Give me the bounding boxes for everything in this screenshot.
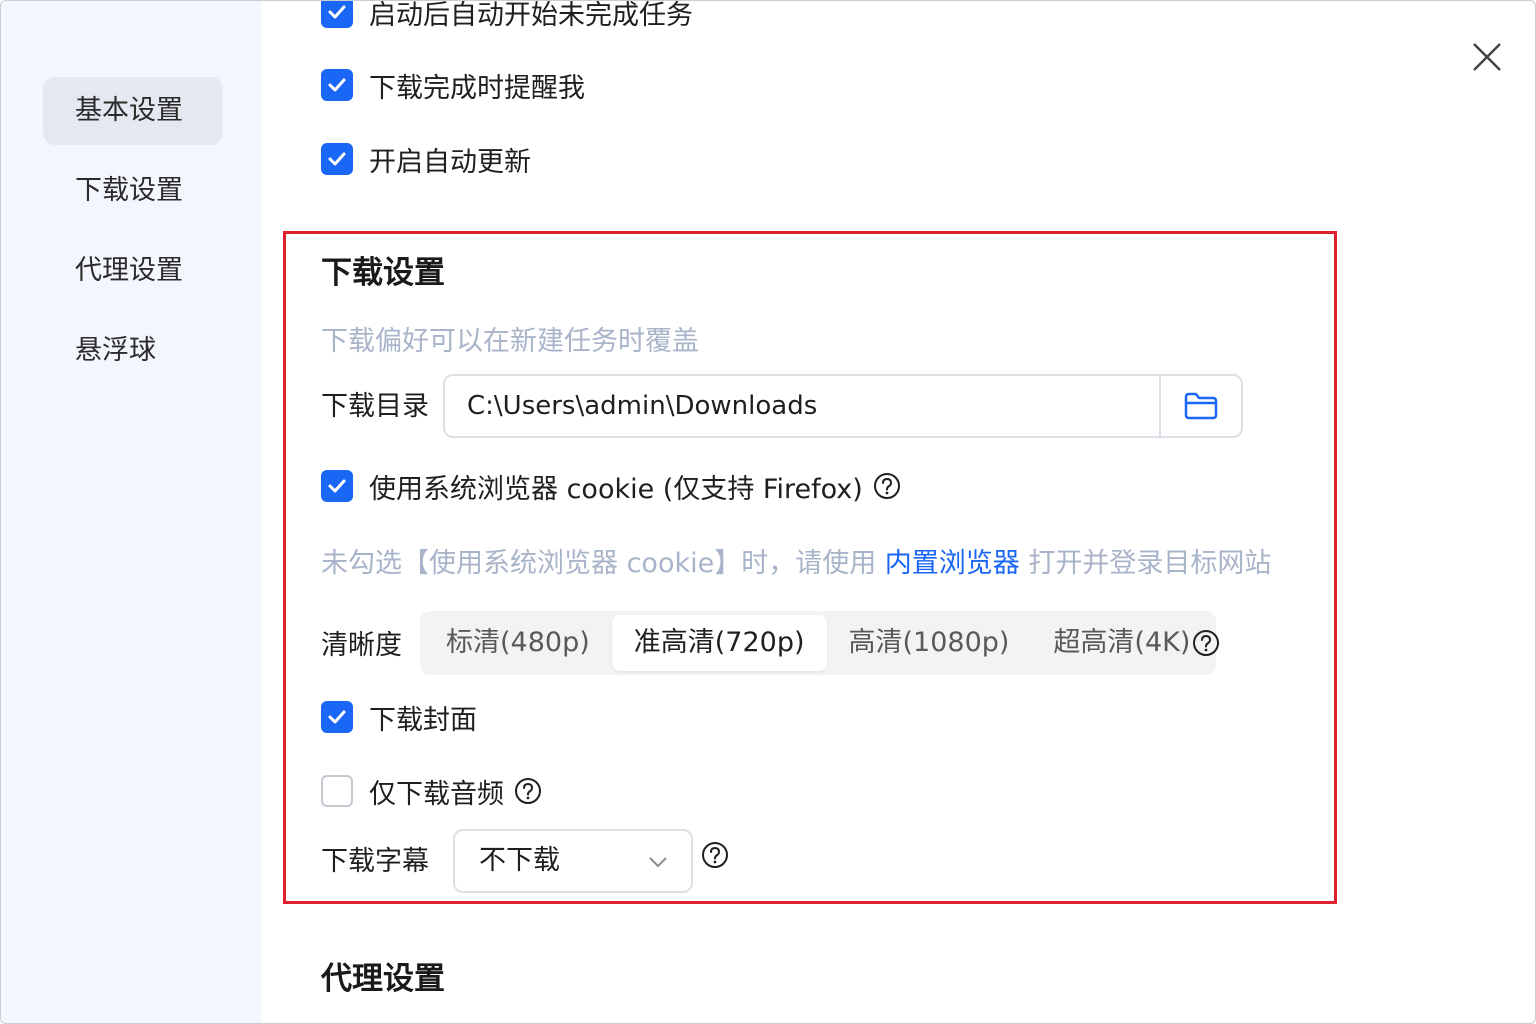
cookie-hint-suffix: 打开并登录目标网站 xyxy=(1019,548,1272,579)
sidebar-item-proxy[interactable]: 代理设置 xyxy=(43,237,223,305)
download-dir-value[interactable]: C:\Users\admin\Downloads xyxy=(445,376,1159,436)
quality-option-720p[interactable]: 准高清(720p) xyxy=(611,615,827,671)
settings-window: 基本设置 下载设置 代理设置 悬浮球 启动后自动开始未完成任务 下载完成时提醒我… xyxy=(0,0,1536,1024)
help-icon[interactable] xyxy=(1192,629,1220,657)
builtin-browser-link[interactable]: 内置浏览器 xyxy=(885,548,1020,579)
browse-folder-button[interactable] xyxy=(1159,376,1241,436)
quality-option-4k[interactable]: 超高清(4K) xyxy=(1031,615,1212,671)
subtitle-download-select[interactable]: 不下载 xyxy=(453,829,693,893)
sidebar: 基本设置 下载设置 代理设置 悬浮球 xyxy=(1,1,261,1023)
help-icon[interactable] xyxy=(514,777,542,805)
notify-label: 下载完成时提醒我 xyxy=(369,72,585,104)
cover-row[interactable]: 下载封面 xyxy=(321,700,477,736)
cover-label: 下载封面 xyxy=(369,704,477,736)
quality-option-480p[interactable]: 标清(480p) xyxy=(424,615,612,671)
cookie-checkbox[interactable] xyxy=(321,470,353,502)
cover-checkbox[interactable] xyxy=(321,701,353,733)
quality-segmented-control: 标清(480p) 准高清(720p) 高清(1080p) 超高清(4K) xyxy=(420,611,1217,675)
close-icon xyxy=(1473,43,1501,71)
check-icon xyxy=(328,78,346,92)
cookie-hint-prefix: 未勾选【使用系统浏览器 cookie】时，请使用 xyxy=(321,548,885,579)
proxy-section-title: 代理设置 xyxy=(321,961,445,997)
cookie-hint: 未勾选【使用系统浏览器 cookie】时，请使用 内置浏览器 打开并登录目标网站 xyxy=(321,541,1271,580)
auto-start-label: 启动后自动开始未完成任务 xyxy=(369,0,693,31)
check-icon xyxy=(328,5,346,19)
check-icon xyxy=(328,152,346,166)
auto-start-row[interactable]: 启动后自动开始未完成任务 xyxy=(321,0,693,31)
notify-row[interactable]: 下载完成时提醒我 xyxy=(321,68,585,104)
check-icon xyxy=(328,479,346,493)
audio-only-checkbox[interactable] xyxy=(321,775,353,807)
download-subtitle: 下载偏好可以在新建任务时覆盖 xyxy=(321,326,699,357)
help-icon[interactable] xyxy=(873,472,901,500)
sidebar-item-floating-ball[interactable]: 悬浮球 xyxy=(43,317,223,385)
close-button[interactable] xyxy=(1467,37,1507,77)
quality-option-1080p[interactable]: 高清(1080p) xyxy=(827,615,1032,671)
cookie-row[interactable]: 使用系统浏览器 cookie (仅支持 Firefox) xyxy=(321,469,901,505)
notify-checkbox[interactable] xyxy=(321,69,353,101)
check-icon xyxy=(328,710,346,724)
auto-update-checkbox[interactable] xyxy=(321,143,353,175)
sidebar-item-basic[interactable]: 基本设置 xyxy=(43,77,223,145)
download-dir-field[interactable]: C:\Users\admin\Downloads xyxy=(443,374,1243,438)
auto-update-label: 开启自动更新 xyxy=(369,146,531,178)
auto-start-checkbox[interactable] xyxy=(321,1,353,28)
sidebar-item-download[interactable]: 下载设置 xyxy=(43,157,223,225)
help-icon[interactable] xyxy=(701,841,729,869)
folder-icon xyxy=(1184,392,1218,420)
audio-only-label: 仅下载音频 xyxy=(369,778,504,810)
subtitle-download-label: 下载字幕 xyxy=(321,846,429,877)
audio-only-row[interactable]: 仅下载音频 xyxy=(321,774,542,810)
cookie-label: 使用系统浏览器 cookie (仅支持 Firefox) xyxy=(369,473,863,505)
subtitle-download-value: 不下载 xyxy=(479,845,560,876)
download-dir-label: 下载目录 xyxy=(321,391,429,422)
download-section-title: 下载设置 xyxy=(321,255,445,291)
chevron-down-icon xyxy=(649,857,667,868)
quality-label: 清晰度 xyxy=(321,630,402,661)
auto-update-row[interactable]: 开启自动更新 xyxy=(321,142,531,178)
